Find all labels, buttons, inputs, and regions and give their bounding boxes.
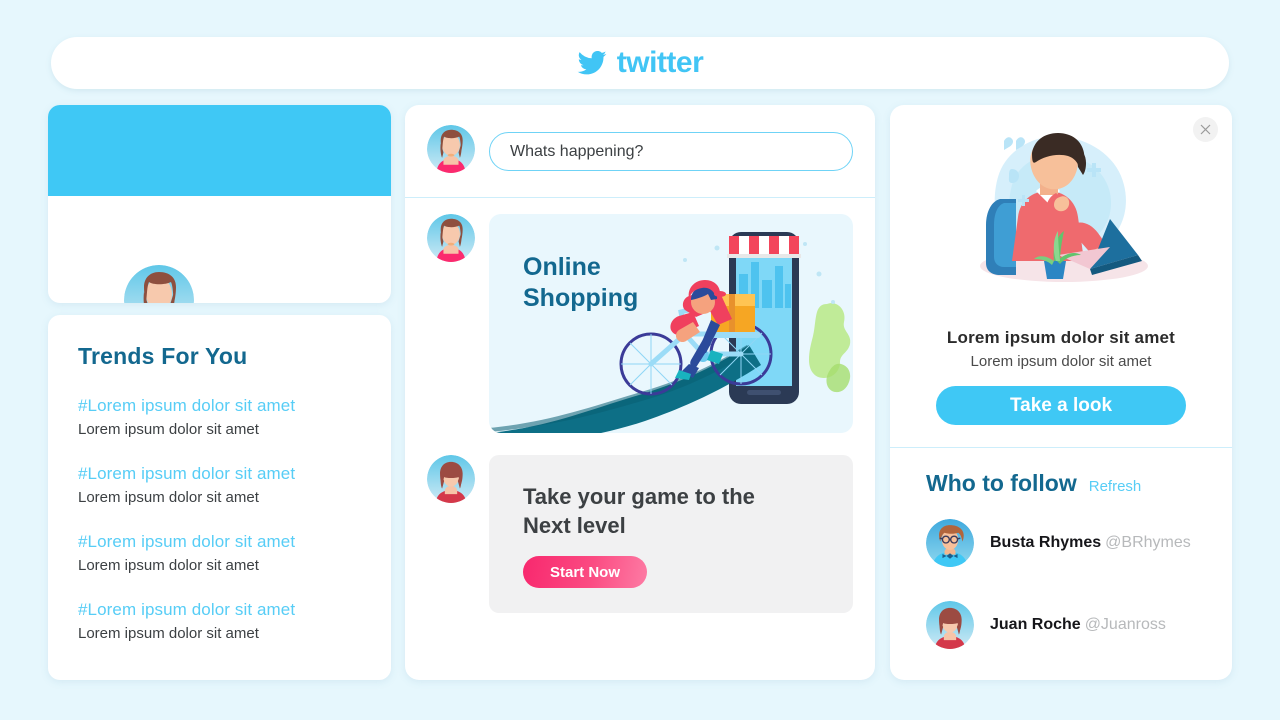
promo-title: Lorem ipsum dolor sit amet [946,328,1176,347]
left-sidebar: Lorem Ipsum [48,105,391,680]
follow-user-info: Juan Roche @Juanross [990,616,1166,634]
feed-post-shopping: Online Shopping [405,198,875,433]
follow-suggestion-row[interactable]: Juan Roche @Juanross [926,601,1206,649]
start-now-button[interactable]: Start Now [523,556,647,589]
trend-subtitle: Lorem ipsum dolor sit amet [78,489,259,506]
take-a-look-button[interactable]: Take a look [936,386,1186,425]
game-promo-card[interactable]: Take your game to the Next level Start N… [489,455,853,613]
trend-subtitle: Lorem ipsum dolor sit amet [78,625,259,642]
refresh-link[interactable]: Refresh [1089,478,1142,495]
trend-item[interactable]: #Lorem ipsum dolor sit amet Lorem ipsum … [78,464,361,506]
game-title: Take your game to the Next level [523,483,853,540]
trend-item[interactable]: #Lorem ipsum dolor sit amet Lorem ipsum … [78,532,361,574]
user-avatar-female[interactable] [427,125,475,178]
twitter-mockup-page: twitter Lorem Ipsum [0,0,1280,720]
trend-hashtag: #Lorem ipsum dolor sit amet [78,464,296,483]
trends-card: Trends For You #Lorem ipsum dolor sit am… [48,315,391,680]
trend-hashtag: #Lorem ipsum dolor sit amet [78,396,296,415]
follow-suggestion-row[interactable]: Busta Rhymes @BRhymes [926,519,1206,567]
promo-subtitle: Lorem ipsum dolor sit amet [970,353,1152,370]
person-at-laptop-illustration [916,123,1206,318]
user-avatar-female-bob[interactable] [427,455,475,503]
follow-user-name: Juan Roche [990,616,1081,633]
follow-user-name: Busta Rhymes [990,534,1102,551]
trend-item[interactable]: #Lorem ipsum dolor sit amet Lorem ipsum … [78,396,361,438]
follow-user-handle: @BRhymes [1105,534,1191,551]
trend-item[interactable]: #Lorem ipsum dolor sit amet Lorem ipsum … [78,600,361,642]
timeline-column: Online Shopping [405,105,875,680]
who-to-follow-section: Who to follow Refresh Busta Rhymes @BRhy… [890,447,1232,649]
trend-subtitle: Lorem ipsum dolor sit amet [78,421,259,438]
trend-hashtag: #Lorem ipsum dolor sit amet [78,600,296,619]
who-to-follow-title: Who to follow [926,470,1077,496]
who-to-follow-header: Who to follow Refresh [926,470,1206,497]
compose-input[interactable] [489,132,853,171]
right-sidebar: Lorem ipsum dolor sit amet Lorem ipsum d… [890,105,1232,680]
user-avatar-male-glasses[interactable] [926,519,974,567]
twitter-bird-icon [577,51,607,75]
trend-hashtag: #Lorem ipsum dolor sit amet [78,532,296,551]
user-avatar-female[interactable] [427,214,475,262]
promo-card: Lorem ipsum dolor sit amet Lorem ipsum d… [890,105,1232,447]
online-shopping-card[interactable]: Online Shopping [489,214,853,433]
brand-name: twitter [616,46,704,79]
follow-user-info: Busta Rhymes @BRhymes [990,534,1191,552]
feed-post-game: Take your game to the Next level Start N… [405,433,875,613]
game-title-line2: Next level [523,512,626,538]
close-icon[interactable] [1193,117,1218,142]
compose-tweet-area [405,105,875,198]
profile-card: Lorem Ipsum [48,105,391,303]
app-header: twitter [51,37,1229,89]
game-title-line1: Take your game to the [523,484,755,509]
follow-user-handle: @Juanross [1084,616,1166,633]
trend-subtitle: Lorem ipsum dolor sit amet [78,557,259,574]
trends-title: Trends For You [78,343,248,369]
user-avatar-female-bob[interactable] [926,601,974,649]
profile-banner [48,105,391,196]
